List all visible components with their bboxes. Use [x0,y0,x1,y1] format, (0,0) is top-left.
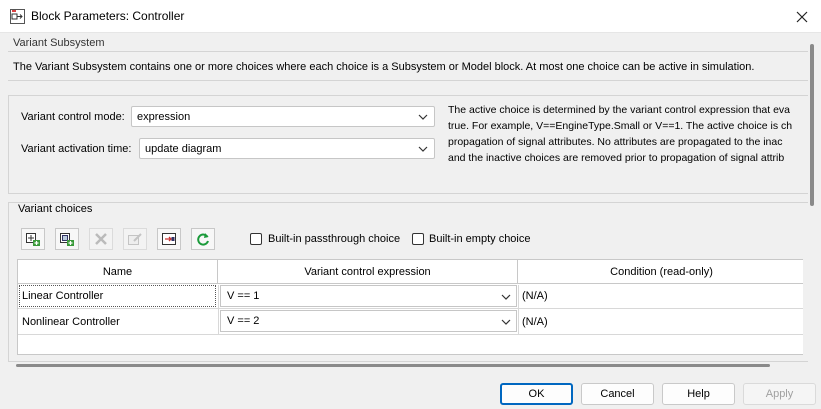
help-text-box: The active choice is determined by the v… [448,104,808,168]
chevron-down-icon [501,294,511,300]
edit-choice-button[interactable] [123,228,147,250]
variant-choices-title: Variant choices [17,203,94,215]
add-model-choice-icon [60,233,74,246]
cancel-button[interactable]: Cancel [581,383,654,405]
row-condition: (N/A) [522,290,548,302]
passthrough-checkbox[interactable] [250,233,262,245]
row-divider [18,334,803,335]
horizontal-scrollbar[interactable] [16,364,770,367]
add-model-choice-button[interactable] [55,228,79,250]
delete-choice-icon [95,233,107,245]
refresh-icon [197,233,209,246]
row-condition: (N/A) [522,316,548,328]
window-title: Block Parameters: Controller [31,9,185,23]
close-button[interactable] [788,4,816,29]
expression-value: V == 2 [227,315,260,327]
control-mode-label: Variant control mode: [21,111,125,123]
help-line: The active choice is determined by the v… [448,104,791,116]
empty-choice-label: Built-in empty choice [429,233,531,245]
column-divider [218,285,219,335]
column-divider [518,285,519,335]
help-line: true. For example, V==EngineType.Small o… [448,120,793,132]
control-mode-dropdown[interactable]: expression [131,106,435,127]
add-subsystem-choice-button[interactable] [21,228,45,250]
activation-time-dropdown[interactable]: update diagram [139,138,435,159]
row-divider [18,308,803,309]
simulink-block-icon [10,9,25,24]
column-header-expression[interactable]: Variant control expression [218,260,518,284]
section-divider [8,80,808,81]
delete-choice-button[interactable] [89,228,113,250]
ok-button[interactable]: OK [500,383,573,405]
activation-time-label: Variant activation time: [21,143,132,155]
empty-choice-checkbox[interactable] [412,233,424,245]
chevron-down-icon [418,146,428,152]
block-description: The Variant Subsystem contains one or mo… [13,61,755,73]
add-subsystem-choice-icon [26,233,40,246]
row-name[interactable]: Nonlinear Controller [22,316,120,328]
expression-dropdown[interactable]: V == 1 [220,285,517,307]
open-block-icon [162,233,176,245]
chevron-down-icon [501,319,511,325]
edit-choice-icon [128,233,142,245]
chevron-down-icon [418,114,428,120]
section-title: Variant Subsystem [13,37,105,49]
expression-dropdown[interactable]: V == 2 [220,310,517,332]
help-line: and the inactive choices are removed pri… [448,152,785,164]
column-header-condition[interactable]: Condition (read-only) [518,260,803,284]
variant-choices-table: Name Variant control expression Conditio… [17,259,803,355]
activation-time-value: update diagram [145,142,222,155]
passthrough-label: Built-in passthrough choice [268,233,401,245]
help-line: propagation of signal attributes. No att… [448,136,783,148]
refresh-button[interactable] [191,228,215,250]
row-name: Linear Controller [22,290,104,302]
column-header-name[interactable]: Name [18,260,218,284]
expression-value: V == 1 [227,290,260,302]
close-icon [796,11,808,22]
section-divider [8,51,808,52]
open-block-button[interactable] [157,228,181,250]
vertical-scrollbar[interactable] [810,44,814,206]
apply-button[interactable]: Apply [743,383,816,405]
control-mode-value: expression [137,110,191,123]
help-button[interactable]: Help [662,383,735,405]
